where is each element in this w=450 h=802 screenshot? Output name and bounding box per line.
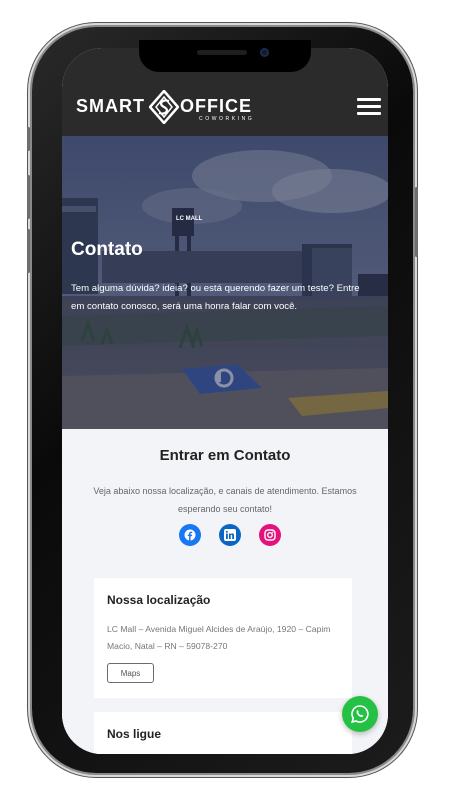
section-title: Entrar em Contato	[159, 447, 291, 464]
hamburger-menu-icon[interactable]	[357, 98, 381, 116]
linkedin-icon[interactable]	[219, 524, 241, 546]
camera-icon	[260, 48, 269, 57]
hero-section: LC MALL Contato Tem alguma dúvida? ideia…	[62, 136, 388, 429]
section-text: Veja abaixo nossa localização, e canais …	[93, 486, 357, 514]
smart-office-logo[interactable]: SMART OFFICE COWORKING	[76, 90, 266, 124]
location-address: LC Mall – Avenida Miguel Alcides de Araú…	[107, 624, 331, 651]
hero-sign-text: LC MALL	[176, 216, 203, 222]
instagram-icon[interactable]	[259, 524, 281, 546]
phone-screen: SMART OFFICE COWORKING LC MALL Contato T…	[62, 48, 388, 754]
facebook-icon[interactable]	[179, 524, 201, 546]
location-card: Nossa localização LC Mall – Avenida Migu…	[94, 578, 352, 698]
whatsapp-icon[interactable]	[342, 696, 378, 732]
social-links	[179, 524, 283, 546]
hero-text: Tem alguma dúvida? ideia? ou está queren…	[71, 283, 360, 312]
location-title: Nossa localização	[107, 593, 211, 607]
logo-word-smart: SMART	[76, 96, 145, 116]
logo-word-office: OFFICE	[180, 96, 252, 116]
phone-card: Nos ligue	[94, 712, 352, 754]
page-title: Contato	[71, 239, 143, 260]
phone-notch	[139, 40, 311, 72]
contact-section: Entrar em Contato Veja abaixo nossa loca…	[62, 429, 388, 754]
logo-sub-coworking: COWORKING	[199, 116, 255, 122]
logo-s-mark-icon	[149, 90, 179, 124]
maps-button[interactable]: Maps	[107, 663, 154, 683]
phone-card-title: Nos ligue	[107, 727, 162, 741]
